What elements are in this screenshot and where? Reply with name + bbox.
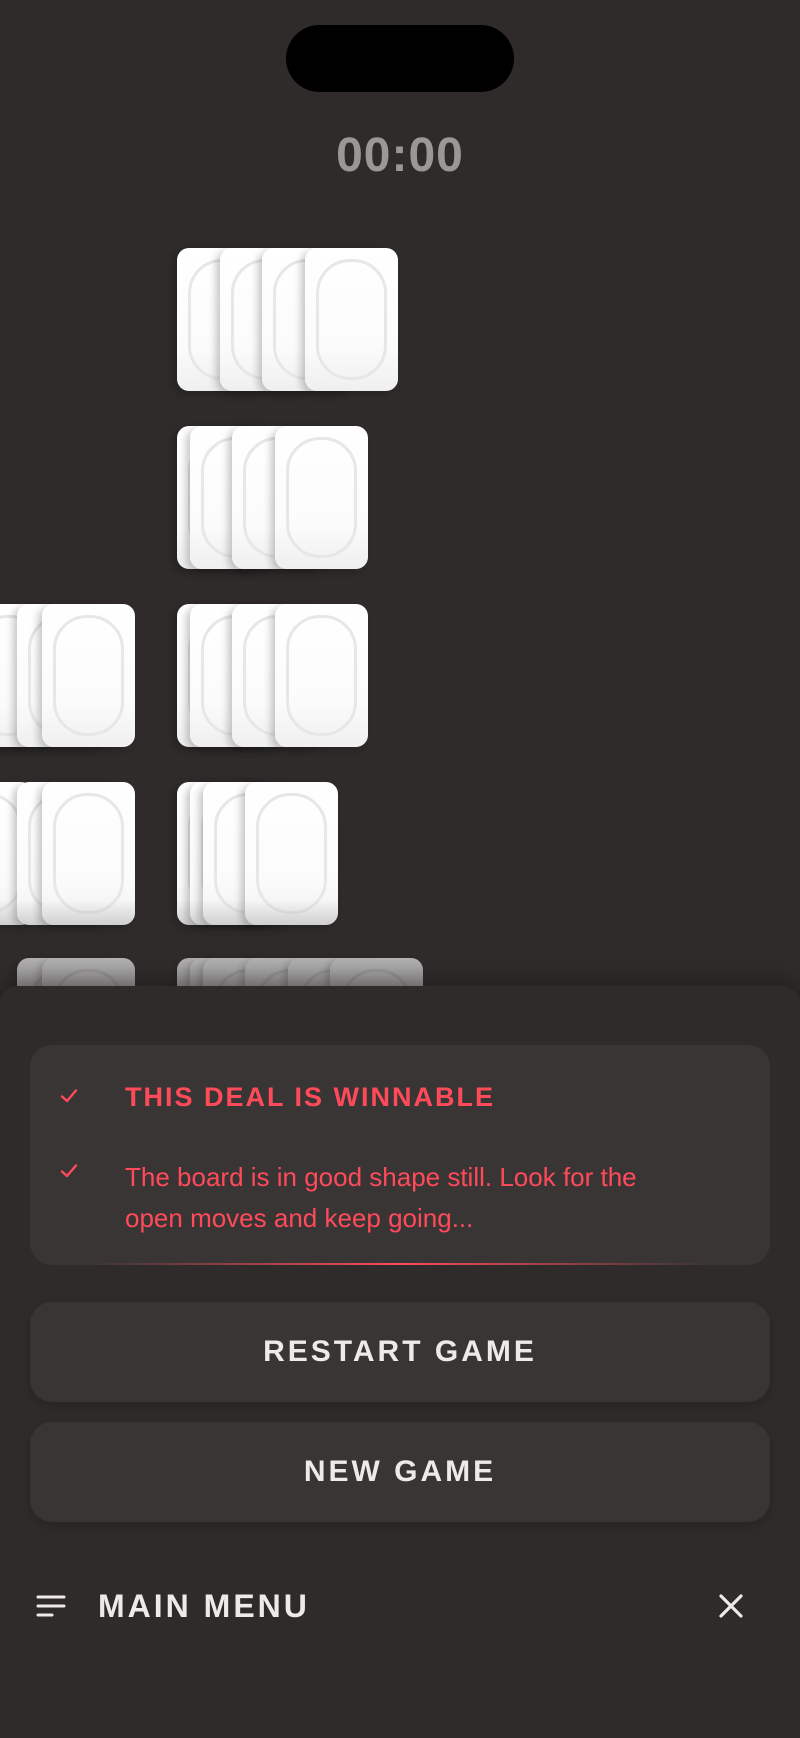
deal-status-message: The board is in good shape still. Look f… [125, 1157, 725, 1239]
face-down-card[interactable] [330, 958, 423, 986]
game-menu-sheet: THIS DEAL IS WINNABLE The board is in go… [0, 986, 800, 1738]
face-down-card[interactable] [275, 604, 368, 747]
game-timer: 00:00 [336, 129, 464, 182]
game-screen: 00:00 THIS DEAL IS WINNABLE The board is… [0, 0, 800, 1738]
deal-status-message-line: The board is in good shape still. Look f… [125, 1162, 637, 1192]
new-game-button[interactable]: NEW GAME [30, 1422, 770, 1522]
game-board: 00:00 [0, 0, 800, 986]
main-menu-label[interactable]: MAIN MENU [98, 1588, 310, 1625]
check-icon [60, 1164, 78, 1178]
face-down-card[interactable] [305, 248, 398, 391]
face-down-card[interactable] [275, 426, 368, 569]
close-icon[interactable] [717, 1592, 745, 1620]
restart-game-button[interactable]: RESTART GAME [30, 1302, 770, 1402]
deal-status-heading: THIS DEAL IS WINNABLE [125, 1082, 496, 1112]
panel-accent-glow [90, 1263, 710, 1265]
device-notch [286, 25, 514, 92]
main-menu-row[interactable]: MAIN MENU [0, 1576, 800, 1636]
face-down-card[interactable] [42, 782, 135, 925]
face-down-card[interactable] [245, 782, 338, 925]
menu-lines-icon[interactable] [36, 1594, 66, 1618]
deal-status-message-line: open moves and keep going... [125, 1203, 474, 1233]
face-down-card[interactable] [42, 604, 135, 747]
check-icon [60, 1089, 78, 1103]
deal-status-panel: THIS DEAL IS WINNABLE The board is in go… [30, 1045, 770, 1265]
face-down-card[interactable] [42, 958, 135, 986]
